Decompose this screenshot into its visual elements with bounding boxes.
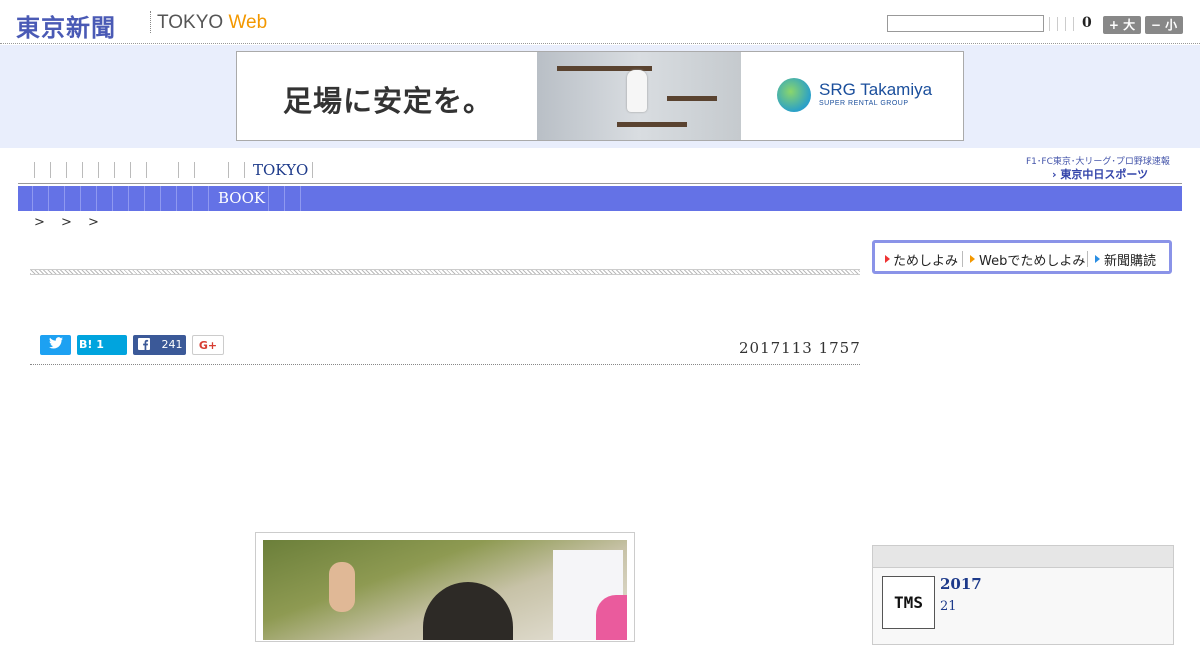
nav-bar-divider (284, 186, 285, 211)
header-counter: 0 (1082, 15, 1092, 31)
breadcrumb[interactable]: > > > (34, 215, 105, 230)
header-divider (1057, 17, 1058, 31)
site-header: 東京新聞 TOKYO Web 0 + 大 − 小 (0, 0, 1200, 44)
nav-bar-divider (160, 186, 161, 211)
facebook-share-button[interactable]: 241 (133, 335, 186, 355)
nav-bar-divider (208, 186, 209, 211)
nav-item-book[interactable]: BOOK (218, 189, 265, 207)
sidebar-item-title[interactable]: 2017 (940, 575, 982, 593)
nav-bar-divider (300, 186, 301, 211)
photo-person (423, 582, 513, 640)
ad-shelf (667, 96, 717, 101)
nav-divider (50, 162, 51, 178)
twitter-share-button[interactable] (40, 335, 71, 355)
arrow-right-icon (885, 255, 890, 263)
nav-divider (130, 162, 131, 178)
sub-link-trial[interactable]: ためしよみ (893, 250, 958, 269)
header-divider (1049, 17, 1050, 31)
article-photo[interactable] (263, 540, 627, 640)
ad-headline: 足場に安定を。 (283, 84, 494, 118)
tokyo-web-logo[interactable]: TOKYO Web (157, 12, 267, 34)
sidebar-box-header (873, 546, 1173, 568)
google-plus-share-button[interactable]: G+ (192, 335, 224, 355)
nav-divider (82, 162, 83, 178)
header-divider (1073, 17, 1074, 31)
nav-bar-divider (80, 186, 81, 211)
facebook-icon (138, 338, 150, 350)
nav-divider (114, 162, 115, 178)
facebook-share-count: 241 (161, 338, 183, 351)
nav-divider (98, 162, 99, 178)
sub-link-subscribe[interactable]: 新聞購読 (1104, 250, 1156, 269)
sub-link-divider (1087, 251, 1088, 267)
logo-web-text: Web (228, 12, 268, 33)
article-photo-frame (255, 532, 635, 642)
nav-divider (178, 162, 179, 178)
nav-divider (312, 162, 313, 178)
article-divider (30, 364, 860, 365)
sports-logo[interactable]: › 東京中日スポーツ (1052, 166, 1148, 182)
search-input[interactable] (887, 15, 1044, 32)
nav-bar-divider (32, 186, 33, 211)
nav-bar-divider (112, 186, 113, 211)
nav-divider (244, 162, 245, 178)
nav-divider (146, 162, 147, 178)
nav-bar-divider (144, 186, 145, 211)
nav-divider (34, 162, 35, 178)
logo-tokyo-text: TOKYO (157, 12, 224, 33)
article-timestamp: 2017113 1757 (739, 339, 861, 357)
sidebar-box: TMS 2017 21 (872, 545, 1174, 645)
ad-brand-sub: SUPER RENTAL GROUP (819, 100, 909, 107)
sidebar-thumbnail[interactable]: TMS (882, 576, 935, 629)
nav-bar-divider (192, 186, 193, 211)
ad-photo (537, 52, 741, 140)
nav-item-tokyo[interactable]: TOKYO (253, 161, 308, 179)
nav-bar-divider (176, 186, 177, 211)
ad-shelf (617, 122, 687, 127)
site-logo[interactable]: 東京新聞 (16, 8, 116, 43)
category-nav-bar: BOOK (18, 186, 1182, 211)
font-smaller-button[interactable]: − 小 (1145, 16, 1183, 34)
nav-bar-divider (64, 186, 65, 211)
article-title-rule (30, 269, 860, 275)
twitter-icon (48, 337, 63, 349)
ad-brand: SRG Takamiya (819, 80, 933, 99)
nav-divider (194, 162, 195, 178)
logo-divider (150, 11, 151, 33)
sports-logo-text: 東京中日スポーツ (1060, 168, 1149, 181)
section-nav: TOKYO F1･FC東京･大リーグ･プロ野球速報 › 東京中日スポーツ (18, 150, 1182, 184)
font-larger-button[interactable]: + 大 (1103, 16, 1141, 34)
nav-bar-divider (268, 186, 269, 211)
banner-ad[interactable]: 足場に安定を。 SRG Takamiya SUPER RENTAL GROUP (236, 51, 964, 141)
srg-logo-icon (777, 78, 811, 112)
nav-bar-divider (96, 186, 97, 211)
nav-bar-divider (48, 186, 49, 211)
nav-divider (66, 162, 67, 178)
cat-image (627, 70, 647, 112)
photo-sign-pink (596, 595, 627, 640)
sidebar-item-subtitle: 21 (940, 599, 957, 614)
photo-raised-hand (329, 562, 355, 612)
sub-link-web-trial[interactable]: Webでためしよみ (979, 250, 1085, 269)
subscription-links: ためしよみ Webでためしよみ 新聞購読 (872, 240, 1172, 274)
ad-band: 足場に安定を。 SRG Takamiya SUPER RENTAL GROUP (0, 45, 1200, 148)
hatena-bookmark-button[interactable]: B! 1 (77, 335, 127, 355)
arrow-right-icon (970, 255, 975, 263)
header-divider (1065, 17, 1066, 31)
sub-link-divider (962, 251, 963, 267)
nav-divider (228, 162, 229, 178)
nav-bar-divider (128, 186, 129, 211)
arrow-right-icon (1095, 255, 1100, 263)
